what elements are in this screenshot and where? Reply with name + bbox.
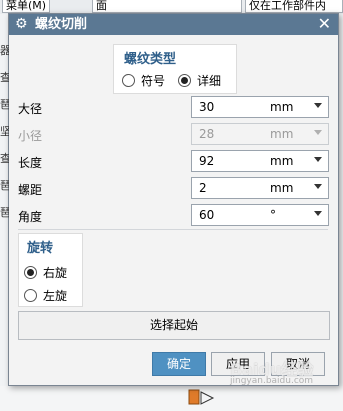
right-hand-option[interactable]: 右旋 bbox=[24, 264, 67, 281]
background-graphics-area bbox=[0, 386, 343, 411]
angle-label: 角度 bbox=[18, 210, 43, 224]
scope-combo[interactable]: 仅在工作部件内 bbox=[245, 0, 343, 13]
background-glyph: 琶 bbox=[0, 98, 9, 111]
symbol-radio[interactable] bbox=[122, 74, 135, 87]
part-icon bbox=[188, 389, 215, 405]
major-diameter-field[interactable]: 30 mm bbox=[191, 96, 329, 118]
dialog-titlebar: ⚙ 螺纹切削 ✕ bbox=[9, 14, 338, 35]
selection-filter-combo[interactable]: 面 bbox=[92, 0, 242, 13]
left-hand-radio[interactable] bbox=[24, 289, 37, 302]
background-glyph: 查 bbox=[0, 152, 9, 165]
chevron-down-icon[interactable] bbox=[314, 103, 322, 108]
length-label: 长度 bbox=[18, 156, 43, 170]
unit-label: mm bbox=[270, 154, 294, 168]
menu-button[interactable]: 菜单(M) bbox=[2, 0, 50, 13]
length-field[interactable]: 92 mm bbox=[191, 150, 329, 172]
minor-diameter-label: 小径 bbox=[18, 129, 43, 143]
background-glyph: 查 bbox=[0, 71, 9, 84]
symbol-label: 符号 bbox=[141, 74, 166, 88]
dialog-title: 螺纹切削 bbox=[35, 17, 88, 32]
major-diameter-value: 30 bbox=[199, 100, 215, 114]
background-glyph: 坚 bbox=[0, 125, 9, 138]
unit-label: mm bbox=[270, 100, 294, 114]
thread-type-symbol-option[interactable]: 符号 bbox=[122, 72, 165, 89]
thread-type-group: 螺纹类型 符号 详细 bbox=[113, 44, 237, 94]
background-glyph: 琶 bbox=[0, 206, 9, 219]
unit-label: mm bbox=[270, 127, 294, 141]
left-hand-label: 左旋 bbox=[43, 289, 68, 303]
unit-label: mm bbox=[270, 181, 294, 195]
chevron-down-icon[interactable] bbox=[314, 184, 322, 189]
background-glyph: 器 bbox=[0, 44, 9, 57]
minor-diameter-value: 28 bbox=[199, 127, 215, 141]
thread-cut-dialog: ⚙ 螺纹切削 ✕ 螺纹类型 符号 详细 大径 30 mm 小径 28 mm 长度… bbox=[8, 13, 339, 386]
chevron-down-icon[interactable] bbox=[314, 211, 322, 216]
gear-icon: ⚙ bbox=[15, 16, 28, 32]
watermark-sub: jingyan.baidu.com bbox=[230, 376, 314, 386]
pitch-label: 螺距 bbox=[18, 183, 43, 197]
close-icon[interactable]: ✕ bbox=[318, 15, 331, 33]
rotation-title: 旋转 bbox=[27, 241, 54, 256]
background-glyph: 琶 bbox=[0, 179, 9, 192]
right-hand-radio[interactable] bbox=[24, 266, 37, 279]
chevron-down-icon bbox=[314, 130, 322, 135]
thread-type-title: 螺纹类型 bbox=[124, 52, 177, 67]
detailed-radio[interactable] bbox=[178, 74, 191, 87]
separator bbox=[18, 229, 328, 230]
detailed-label: 详细 bbox=[197, 74, 222, 88]
left-hand-option[interactable]: 左旋 bbox=[24, 287, 67, 304]
thread-type-detailed-option[interactable]: 详细 bbox=[178, 72, 221, 89]
minor-diameter-field: 28 mm bbox=[191, 123, 329, 145]
pitch-field[interactable]: 2 mm bbox=[191, 177, 329, 199]
ok-button[interactable]: 确定 bbox=[152, 352, 206, 376]
select-start-button[interactable]: 选择起始 bbox=[18, 311, 330, 340]
pitch-value: 2 bbox=[199, 181, 207, 195]
major-diameter-label: 大径 bbox=[18, 102, 43, 116]
length-value: 92 bbox=[199, 154, 215, 168]
chevron-down-icon[interactable] bbox=[314, 157, 322, 162]
rotation-group: 旋转 右旋 左旋 bbox=[18, 233, 83, 307]
right-hand-label: 右旋 bbox=[43, 266, 68, 280]
angle-value: 60 bbox=[199, 208, 215, 222]
unit-label: ° bbox=[270, 208, 276, 222]
angle-field[interactable]: 60 ° bbox=[191, 204, 329, 226]
